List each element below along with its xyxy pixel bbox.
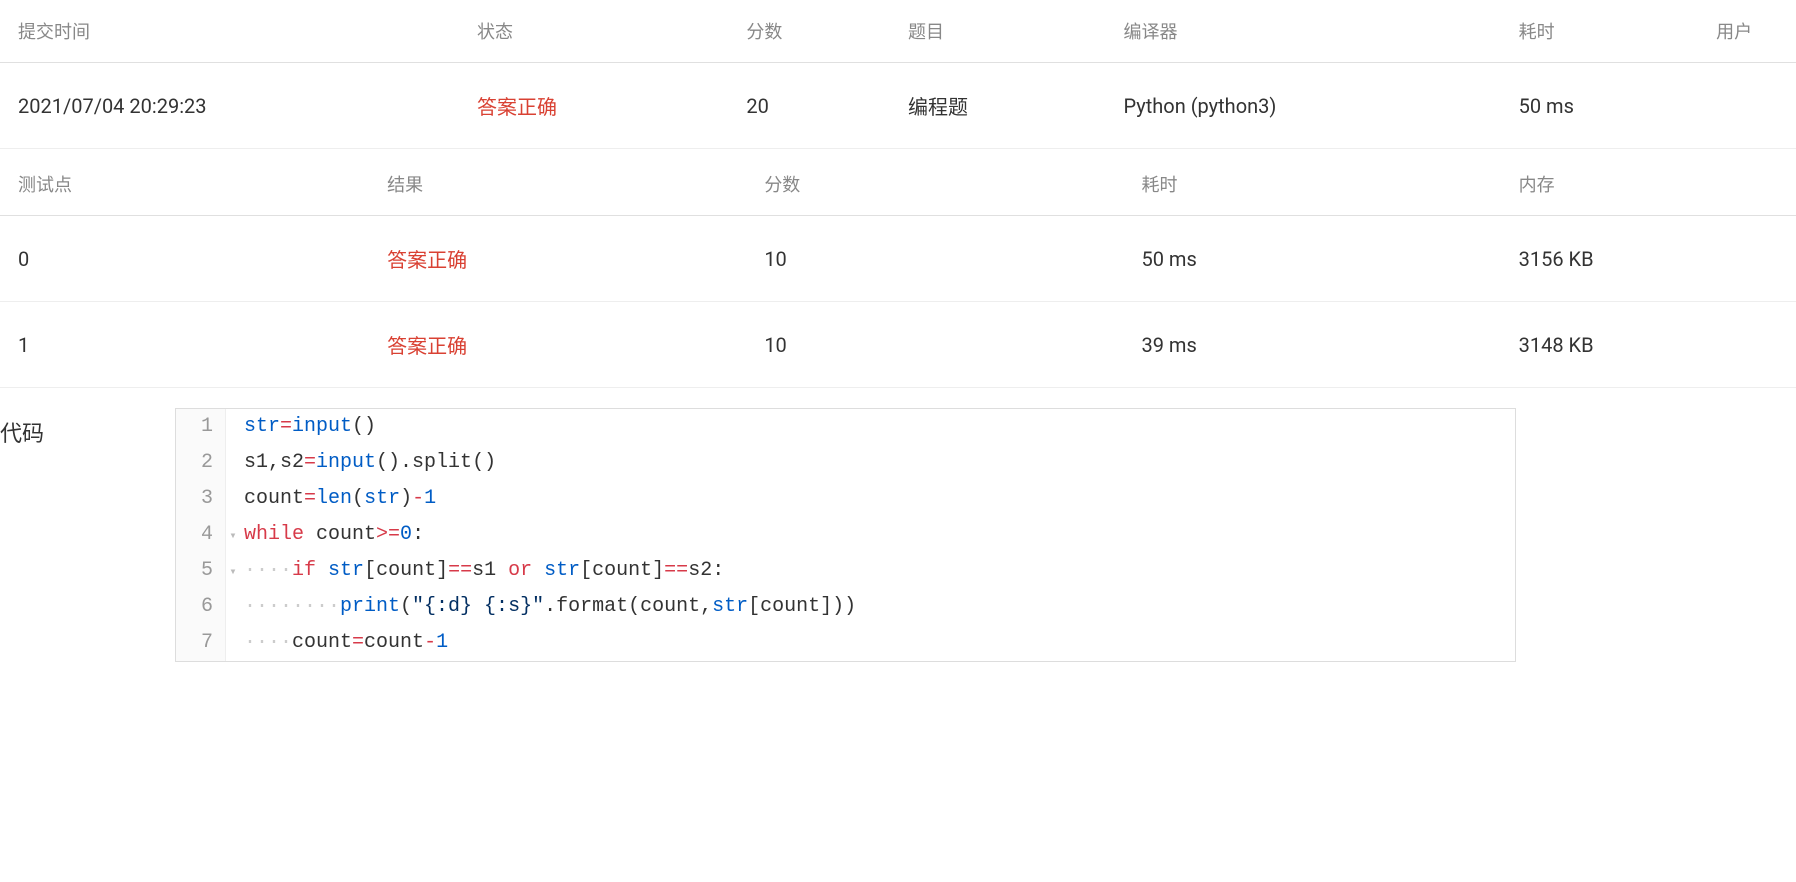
submission-row: 2021/07/04 20:29:23 答案正确 20 编程题 Python (… [0, 63, 1796, 149]
line-number: 4 [176, 517, 226, 553]
header-time-cost: 耗时 [1509, 0, 1707, 63]
testpoint-table: 测试点 结果 分数 耗时 内存 0答案正确1050 ms3156 KB1答案正确… [0, 153, 1796, 388]
header-tp-score: 分数 [754, 153, 1131, 216]
cell-testpoint: 1 [0, 302, 377, 388]
line-number: 3 [176, 481, 226, 517]
fold-toggle-icon[interactable]: ▾ [226, 526, 240, 548]
cell-status: 答案正确 [467, 63, 736, 149]
cell-compiler: Python (python3) [1114, 63, 1509, 149]
code-text: while count>=0: [240, 517, 424, 553]
code-text: ········print("{:d} {:s}".format(count,s… [240, 589, 856, 625]
header-compiler: 编译器 [1114, 0, 1509, 63]
code-line: 7 ····count=count-1 [176, 625, 1515, 661]
code-text: ····if str[count]==s1 or str[count]==s2: [240, 553, 724, 589]
testpoint-row: 1答案正确1039 ms3148 KB [0, 302, 1796, 388]
code-text: ····count=count-1 [240, 625, 448, 661]
line-number: 2 [176, 445, 226, 481]
cell-problem: 编程题 [898, 63, 1114, 149]
cell-memory: 3148 KB [1509, 302, 1796, 388]
code-line: 2 s1,s2=input().split() [176, 445, 1515, 481]
line-number: 5 [176, 553, 226, 589]
header-user: 用户 [1706, 0, 1796, 63]
header-score: 分数 [736, 0, 898, 63]
testpoint-header-row: 测试点 结果 分数 耗时 内存 [0, 153, 1796, 216]
submission-header-row: 提交时间 状态 分数 题目 编译器 耗时 用户 [0, 0, 1796, 63]
header-tp-time-cost: 耗时 [1131, 153, 1508, 216]
line-number: 7 [176, 625, 226, 661]
submission-table: 提交时间 状态 分数 题目 编译器 耗时 用户 2021/07/04 20:29… [0, 0, 1796, 149]
code-line: 5▾····if str[count]==s1 or str[count]==s… [176, 553, 1515, 589]
header-problem: 题目 [898, 0, 1114, 63]
header-memory: 内存 [1509, 153, 1796, 216]
fold-toggle-icon[interactable]: ▾ [226, 562, 240, 584]
code-label: 代码 [0, 408, 175, 662]
testpoint-row: 0答案正确1050 ms3156 KB [0, 216, 1796, 302]
code-line: 1 str=input() [176, 409, 1515, 445]
line-number: 1 [176, 409, 226, 445]
code-line: 6 ········print("{:d} {:s}".format(count,… [176, 589, 1515, 625]
header-result: 结果 [377, 153, 754, 216]
cell-score: 20 [736, 63, 898, 149]
code-line: 4▾while count>=0: [176, 517, 1515, 553]
cell-submit-time: 2021/07/04 20:29:23 [0, 63, 467, 149]
cell-tp-score: 10 [754, 302, 1131, 388]
code-text: str=input() [240, 409, 376, 445]
code-line: 3 count=len(str)-1 [176, 481, 1515, 517]
code-section: 代码 1 str=input() 2 s1,s2=input().split() 3 co… [0, 408, 1796, 662]
cell-tp-time-cost: 50 ms [1131, 216, 1508, 302]
cell-testpoint: 0 [0, 216, 377, 302]
header-testpoint: 测试点 [0, 153, 377, 216]
code-text: count=len(str)-1 [240, 481, 436, 517]
cell-tp-score: 10 [754, 216, 1131, 302]
cell-memory: 3156 KB [1509, 216, 1796, 302]
code-editor[interactable]: 1 str=input() 2 s1,s2=input().split() 3 count… [175, 408, 1516, 662]
cell-tp-time-cost: 39 ms [1131, 302, 1508, 388]
header-submit-time: 提交时间 [0, 0, 467, 63]
header-status: 状态 [467, 0, 736, 63]
cell-time-cost: 50 ms [1509, 63, 1707, 149]
line-number: 6 [176, 589, 226, 625]
cell-user [1706, 63, 1796, 149]
cell-result: 答案正确 [377, 216, 754, 302]
code-text: s1,s2=input().split() [240, 445, 496, 481]
cell-result: 答案正确 [377, 302, 754, 388]
